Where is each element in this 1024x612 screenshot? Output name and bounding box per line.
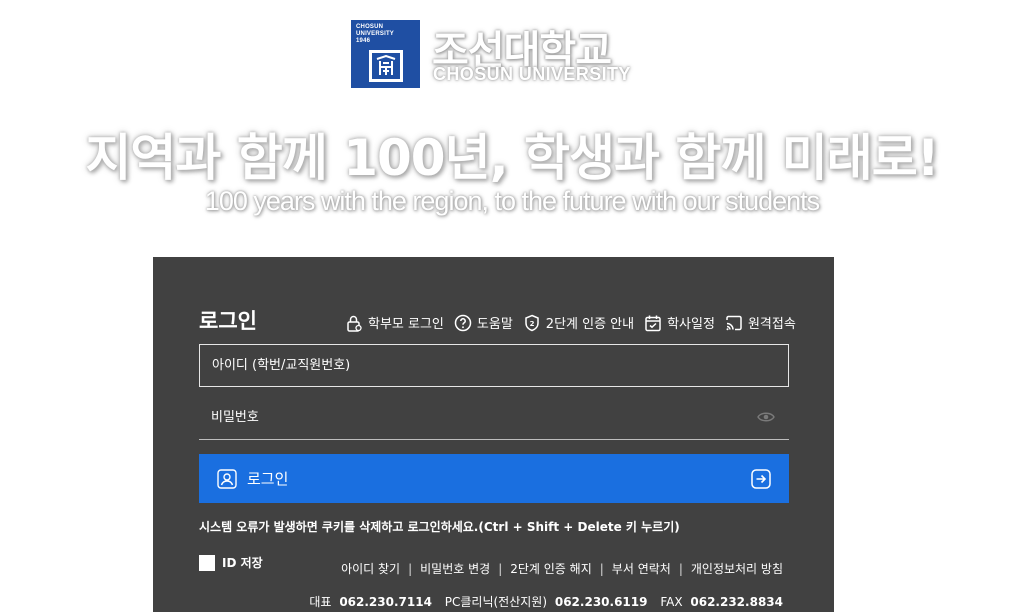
remote-access-label: 원격접속 (747, 317, 796, 332)
login-panel: 로그인 학부모 로그인 도움말 2 2단계 인증 안내 학사일정 원격접속 아이… (153, 257, 834, 612)
main-phone-number: 062.230.7114 (339, 595, 432, 609)
save-id-label: ID 저장 (222, 556, 263, 570)
shield-icon: 2 (525, 314, 539, 331)
eye-icon[interactable] (757, 410, 775, 424)
main-phone-label: 대표 (309, 595, 332, 609)
bottom-links: 아이디 찾기 | 비밀번호 변경 | 2단계 인증 해지 | 부서 연락처 | … (341, 560, 783, 577)
logo-text-line1: CHOSUN (356, 24, 384, 30)
cookie-notice: 시스템 오류가 발생하면 쿠키를 삭제하고 로그인하세요.(Ctrl + Shi… (199, 520, 680, 534)
logo-text-line3: 1946 (356, 38, 371, 44)
divider: | (599, 561, 604, 576)
two-step-auth-guide-link[interactable]: 2 2단계 인증 안내 (523, 313, 634, 332)
academic-calendar-link[interactable]: 학사일정 (644, 313, 715, 332)
save-id-checkbox[interactable]: ID 저장 (199, 554, 263, 571)
change-password-link[interactable]: 비밀번호 변경 (420, 560, 490, 577)
privacy-policy-link[interactable]: 개인정보처리 방침 (691, 560, 783, 577)
help-label: 도움말 (476, 317, 513, 332)
fax-number: 062.232.8834 (690, 595, 783, 609)
seal-icon (369, 50, 403, 82)
quick-links: 학부모 로그인 도움말 2 2단계 인증 안내 학사일정 원격접속 (345, 313, 796, 332)
logo-text-line2: UNIVERSITY (356, 31, 395, 37)
cancel-two-step-auth-link[interactable]: 2단계 인증 해지 (510, 560, 592, 577)
divider: | (678, 561, 683, 576)
login-button-label: 로그인 (247, 470, 289, 488)
contact-info: 대표 062.230.7114 PC클리닉(전산지원) 062.230.6119… (309, 593, 783, 610)
help-link[interactable]: 도움말 (454, 313, 513, 332)
password-input[interactable] (199, 397, 763, 437)
id-input[interactable] (199, 344, 789, 387)
pc-clinic-number: 062.230.6119 (554, 595, 648, 609)
checkbox-box[interactable] (199, 554, 215, 571)
divider: | (498, 561, 503, 576)
login-title: 로그인 (199, 309, 257, 333)
lock-icon (347, 315, 362, 332)
remote-access-link[interactable]: 원격접속 (725, 313, 796, 332)
academic-calendar-label: 학사일정 (667, 317, 715, 332)
university-logo: CHOSUN UNIVERSITY 1946 (351, 20, 420, 88)
find-id-link[interactable]: 아이디 찾기 (341, 560, 400, 577)
slogan-korean: 지역과 함께 100년, 학생과 함께 미래로! (85, 129, 939, 187)
department-contacts-link[interactable]: 부서 연락처 (612, 560, 671, 577)
calendar-icon (645, 315, 661, 331)
pc-clinic-label: PC클리닉(전산지원) (444, 595, 548, 609)
parent-login-label: 학부모 로그인 (368, 317, 444, 332)
slogan-english: 100 years with the region, to the future… (204, 186, 820, 216)
login-button[interactable]: 로그인 (199, 454, 789, 503)
help-icon (454, 314, 472, 331)
cast-icon (726, 315, 742, 330)
divider: | (408, 561, 413, 576)
arrow-right-icon (751, 468, 771, 489)
fax-label: FAX (660, 595, 683, 609)
user-icon (217, 468, 237, 489)
university-name-english: CHOSUN UNIVERSITY (433, 64, 631, 84)
svg-text:2: 2 (529, 320, 534, 328)
password-field-wrapper (199, 397, 789, 440)
two-step-auth-guide-label: 2단계 인증 안내 (545, 317, 635, 332)
parent-login-link[interactable]: 학부모 로그인 (345, 313, 444, 332)
